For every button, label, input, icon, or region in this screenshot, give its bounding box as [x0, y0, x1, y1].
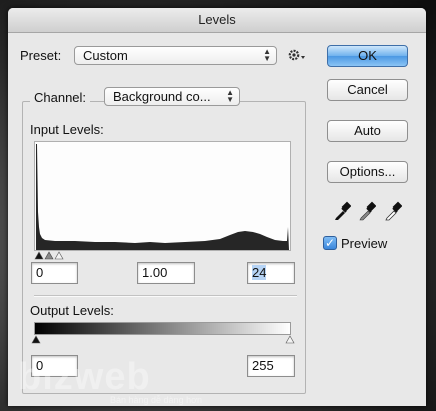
cancel-button[interactable]: Cancel	[327, 79, 408, 101]
preset-value: Custom	[83, 48, 128, 63]
levels-dialog: Levels Preset: Custom ▲ ▼ Channel: Backgr…	[8, 8, 426, 406]
watermark-logo: bizweb	[18, 356, 151, 398]
input-slider-handles[interactable]	[34, 250, 70, 260]
input-black-field[interactable]: 0	[31, 262, 78, 284]
input-white-field[interactable]: 24	[247, 262, 295, 284]
gamma-handle	[44, 251, 54, 260]
white-point-handle	[54, 251, 64, 260]
preset-label: Preset:	[20, 48, 62, 63]
channel-value: Background co...	[113, 89, 211, 104]
channel-label: Channel:	[30, 90, 91, 105]
output-white-handle	[285, 335, 295, 344]
checkmark-icon: ✓	[324, 236, 336, 250]
histogram-graph	[36, 144, 289, 250]
output-levels-label: Output Levels:	[30, 303, 114, 318]
gear-icon[interactable]	[287, 47, 307, 63]
options-button[interactable]: Options...	[327, 161, 408, 183]
gray-eyedropper-icon[interactable]	[358, 201, 376, 221]
select-arrows-icon: ▲ ▼	[263, 47, 271, 63]
preview-label: Preview	[341, 236, 388, 251]
select-arrows-icon: ▲ ▼	[226, 88, 234, 104]
input-gamma-field[interactable]: 1.00	[137, 262, 195, 284]
dialog-title: Levels	[8, 8, 426, 33]
watermark-tagline: Bán hàng dễ dàng hơn	[110, 395, 202, 405]
input-levels-label: Input Levels:	[30, 122, 104, 137]
auto-button[interactable]: Auto	[327, 120, 408, 142]
black-eyedropper-icon[interactable]	[333, 201, 351, 221]
output-slider-handles[interactable]	[31, 334, 296, 344]
white-eyedropper-icon[interactable]	[384, 201, 402, 221]
channel-select[interactable]: Background co... ▲ ▼	[104, 87, 240, 106]
histogram	[34, 141, 291, 251]
preset-select[interactable]: Custom ▲ ▼	[74, 46, 277, 65]
preview-checkbox[interactable]: ✓	[323, 236, 337, 250]
black-point-handle	[34, 251, 44, 260]
ok-button[interactable]: OK	[327, 45, 408, 67]
input-white-value: 24	[252, 265, 267, 280]
output-white-field[interactable]: 255	[247, 355, 295, 377]
output-black-handle	[31, 335, 41, 344]
separator	[34, 295, 297, 297]
